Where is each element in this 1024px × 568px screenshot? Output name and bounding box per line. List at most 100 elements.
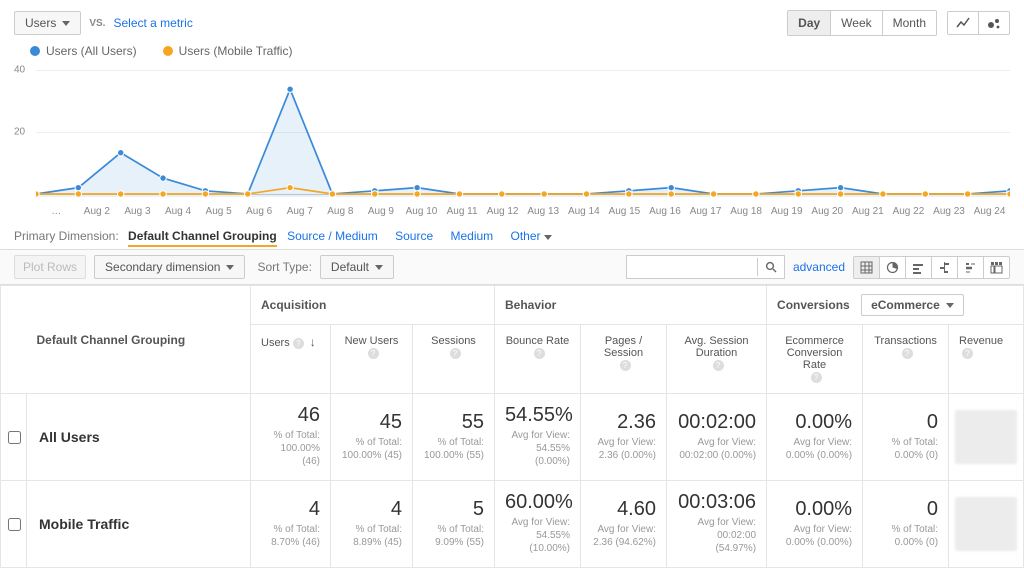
x-axis-labels: …Aug 2Aug 3Aug 4Aug 5Aug 6Aug 7Aug 8Aug … [36, 206, 1010, 217]
redacted-value [955, 410, 1017, 464]
view-mode-group [853, 256, 1010, 279]
row-checkbox[interactable] [8, 431, 21, 444]
primary-dimension-bar: Primary Dimension: Default Channel Group… [0, 217, 1024, 249]
help-icon[interactable]: ? [962, 348, 973, 359]
chevron-down-icon [544, 235, 552, 240]
chart-svg [36, 62, 1010, 197]
cell-users: 4% of Total:8.70% (46) [251, 481, 331, 568]
col-trans[interactable]: Transactions? [863, 325, 949, 394]
search-button[interactable] [757, 258, 784, 276]
metric-selector-label: Users [25, 16, 56, 30]
col-sessions[interactable]: Sessions? [413, 325, 495, 394]
chevron-down-icon [946, 303, 954, 308]
line-chart-icon[interactable] [948, 12, 979, 34]
cell-ecomm: 0.00%Avg for View:0.00% (0.00%) [767, 481, 863, 568]
legend-label-1: Users (All Users) [46, 44, 137, 58]
table-search [626, 255, 785, 279]
chevron-down-icon [62, 21, 70, 26]
col-bounce[interactable]: Bounce Rate? [495, 325, 581, 394]
table-toolbar: Plot Rows Secondary dimension Sort Type:… [0, 249, 1024, 285]
cell-new-users: 45% of Total:100.00% (45) [331, 394, 413, 481]
granularity-week[interactable]: Week [831, 11, 882, 35]
row-checkbox[interactable] [8, 518, 21, 531]
plot-rows-button: Plot Rows [14, 255, 86, 279]
chevron-down-icon [226, 265, 234, 270]
group-behavior: Behavior [495, 286, 767, 325]
view-pivot-icon[interactable] [984, 257, 1009, 278]
cell-bounce: 54.55%Avg for View:54.55% (0.00%) [495, 394, 581, 481]
chevron-down-icon [375, 265, 383, 270]
table-row: All Users 46% of Total:100.00%(46) 45% o… [1, 394, 1024, 481]
dim-source-medium[interactable]: Source / Medium [287, 229, 378, 243]
row-label: All Users [27, 394, 251, 481]
dim-other[interactable]: Other [511, 229, 552, 243]
cell-sessions: 5% of Total:9.09% (55) [413, 481, 495, 568]
cell-new-users: 4% of Total:8.89% (45) [331, 481, 413, 568]
row-label: Mobile Traffic [27, 481, 251, 568]
col-revenue[interactable]: Revenue ? [949, 325, 1024, 394]
granularity-day[interactable]: Day [788, 11, 831, 35]
cell-duration: 00:02:00Avg for View:00:02:00 (0.00%) [667, 394, 767, 481]
chart-legend: Users (All Users) Users (Mobile Traffic) [0, 40, 1024, 58]
help-icon[interactable]: ? [713, 360, 724, 371]
col-duration[interactable]: Avg. Session Duration ? [667, 325, 767, 394]
cell-pages: 4.60Avg for View:2.36 (94.62%) [581, 481, 667, 568]
view-pie-icon[interactable] [880, 257, 906, 278]
primary-dimension-active[interactable]: Default Channel Grouping [128, 229, 277, 247]
select-metric-link[interactable]: Select a metric [113, 16, 192, 30]
report-table: Default Channel Grouping Acquisition Beh… [0, 285, 1024, 568]
col-users[interactable]: Users?↓ [251, 325, 331, 394]
cell-revenue [949, 394, 1024, 481]
search-icon [765, 261, 777, 273]
column-group-header: Default Channel Grouping Acquisition Beh… [1, 286, 1024, 325]
cell-sessions: 55% of Total:100.00% (55) [413, 394, 495, 481]
sort-type-label: Sort Type: [257, 260, 311, 274]
primary-dimension-label: Primary Dimension: [14, 229, 119, 243]
help-icon[interactable]: ? [534, 348, 545, 359]
help-icon[interactable]: ? [902, 348, 913, 359]
help-icon[interactable]: ? [811, 372, 822, 383]
legend-label-2: Users (Mobile Traffic) [179, 44, 293, 58]
help-icon[interactable]: ? [620, 360, 631, 371]
view-bar-icon[interactable] [906, 257, 932, 278]
cell-trans: 0% of Total:0.00% (0) [863, 481, 949, 568]
legend-series-1: Users (All Users) [30, 44, 137, 58]
col-new-users[interactable]: New Users? [331, 325, 413, 394]
chart-type-group [947, 11, 1010, 35]
dim-medium[interactable]: Medium [450, 229, 493, 243]
granularity-group: Day Week Month [787, 10, 937, 36]
group-acquisition: Acquisition [251, 286, 495, 325]
motion-chart-icon[interactable] [979, 12, 1009, 34]
advanced-link[interactable]: advanced [793, 260, 845, 274]
cell-pages: 2.36Avg for View:2.36 (0.00%) [581, 394, 667, 481]
y-tick-40: 40 [14, 65, 25, 76]
sort-type-button[interactable]: Default [320, 255, 394, 279]
row-dimension-header: Default Channel Grouping [27, 286, 251, 394]
granularity-month[interactable]: Month [883, 11, 936, 35]
cell-bounce: 60.00%Avg for View:54.55% (10.00%) [495, 481, 581, 568]
legend-dot-2 [163, 46, 173, 56]
metric-selector[interactable]: Users [14, 11, 81, 35]
view-table-icon[interactable] [854, 257, 880, 278]
help-icon[interactable]: ? [368, 348, 379, 359]
secondary-dimension-button[interactable]: Secondary dimension [94, 255, 245, 279]
cell-users: 46% of Total:100.00%(46) [251, 394, 331, 481]
help-icon[interactable]: ? [450, 348, 461, 359]
vs-label: VS. [89, 18, 105, 29]
dim-source[interactable]: Source [395, 229, 433, 243]
cell-ecomm: 0.00%Avg for View:0.00% (0.00%) [767, 394, 863, 481]
redacted-value [955, 497, 1017, 551]
view-cloud-icon[interactable] [958, 257, 984, 278]
sort-arrow-icon: ↓ [310, 335, 316, 349]
legend-dot-1 [30, 46, 40, 56]
view-comparison-icon[interactable] [932, 257, 958, 278]
col-pages[interactable]: Pages / Session? [581, 325, 667, 394]
help-icon[interactable]: ? [293, 338, 304, 349]
legend-series-2: Users (Mobile Traffic) [163, 44, 293, 58]
search-input[interactable] [627, 256, 757, 278]
table-row: Mobile Traffic 4% of Total:8.70% (46) 4%… [1, 481, 1024, 568]
conversions-selector[interactable]: eCommerce [861, 294, 964, 316]
col-ecomm[interactable]: Ecommerce Conversion Rate? [767, 325, 863, 394]
y-tick-20: 20 [14, 127, 25, 138]
cell-duration: 00:03:06Avg for View:00:02:00 (54.97%) [667, 481, 767, 568]
